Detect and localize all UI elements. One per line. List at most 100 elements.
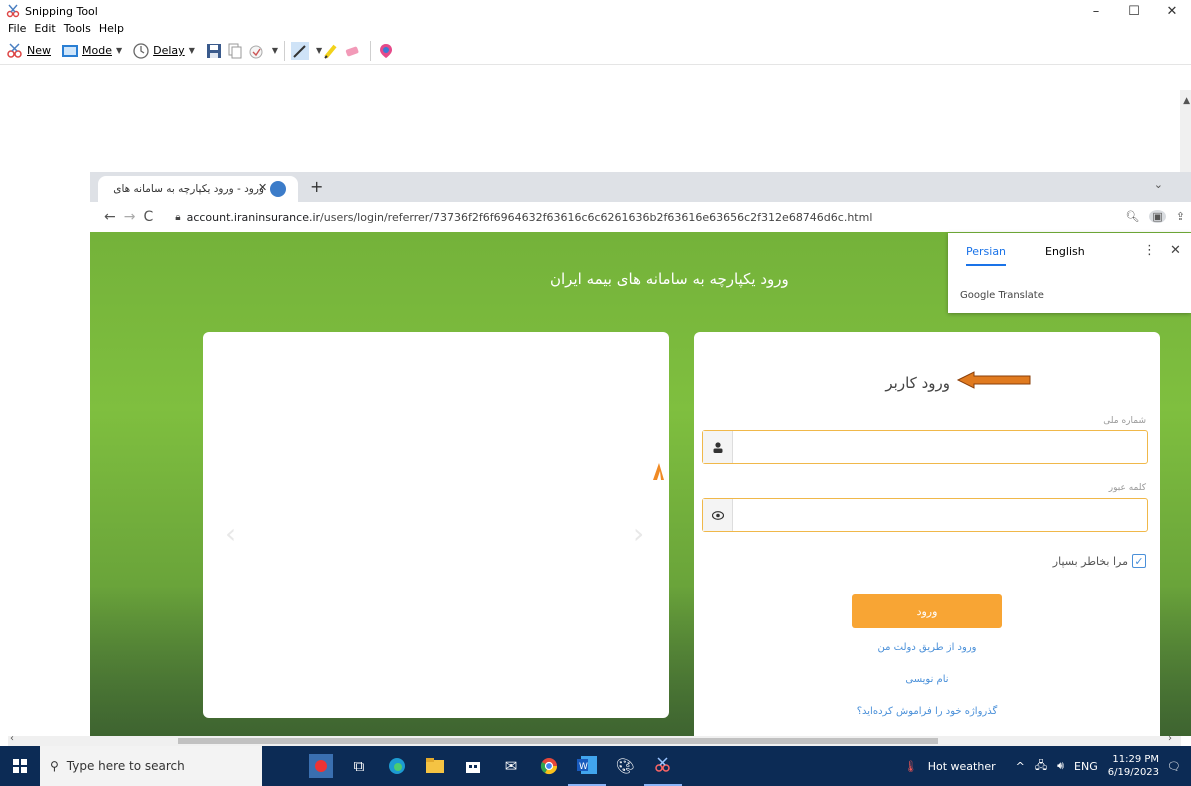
store-icon[interactable] [454,746,492,786]
mode-label: Mode [82,44,112,57]
paint3d-icon[interactable] [377,42,395,60]
browser-tab[interactable]: ورود - ورود یکپارچه به سامانه های ✕ [98,176,298,202]
snipping-tool-taskbar-icon[interactable] [644,746,682,786]
mode-button[interactable]: Mode ▼ [61,42,122,60]
file-explorer-icon[interactable] [416,746,454,786]
translate-popup: Persian English ⋮ ✕ Google Translate [948,233,1191,313]
menu-file[interactable]: File [4,22,30,35]
window-title: Snipping Tool [25,4,98,18]
national-id-field[interactable] [702,430,1148,464]
tab-strip: ورود - ورود یکپارچه به سامانه های ✕ + ⌄ [90,172,1191,202]
chevron-down-icon[interactable]: ▼ [272,46,278,55]
menu-bar: File Edit Tools Help [0,20,128,37]
windows-start-icon[interactable] [0,746,40,786]
weather-label[interactable]: Hot weather [928,760,996,773]
remember-me[interactable]: ✓ مرا بخاطر بسپار [1053,554,1146,568]
image-slider: ‹ › [203,332,669,718]
site-favicon-icon [270,181,286,197]
google-translate-brand: Google Translate [960,290,1044,301]
gov-login-link[interactable]: ورود از طریق دولت من [694,642,1160,653]
toolbar-divider [284,40,285,61]
password-field[interactable] [702,498,1148,532]
login-button[interactable]: ورود [852,594,1002,628]
horizontal-scrollbar[interactable] [8,736,1181,746]
menu-help[interactable]: Help [95,22,128,35]
notifications-icon[interactable]: 🗨︎ [1167,760,1181,773]
slider-next-icon[interactable]: › [633,517,644,550]
language-indicator[interactable]: ENG [1074,760,1098,773]
tab-title: ورود - ورود یکپارچه به سامانه های [113,183,264,195]
forward-icon[interactable]: → [124,209,136,225]
tab-search-chevron-icon[interactable]: ⌄ [1154,178,1163,191]
chevron-down-icon: ▼ [188,46,195,55]
scroll-left-icon[interactable]: ‹ [10,733,14,744]
brand-logo-icon [651,462,665,487]
news-widget-icon[interactable] [302,746,340,786]
slider-prev-icon[interactable]: ‹ [225,517,236,550]
national-id-input[interactable] [733,431,1147,463]
taskbar-search[interactable]: ⚲ Type here to search [40,746,262,786]
pen-icon[interactable] [291,41,309,60]
back-icon[interactable]: ← [104,209,116,225]
copy-icon[interactable] [226,42,244,60]
reload-icon[interactable]: C [143,209,153,225]
zoom-icon[interactable]: 🔍︎ [1125,210,1139,223]
login-title: ورود کاربر [885,374,950,392]
minimize-button[interactable]: – [1077,0,1115,22]
delay-label: Delay [153,44,185,57]
page-heading: ورود یکپارچه به سامانه های بیمه ایران [550,270,789,288]
remember-checkbox[interactable]: ✓ [1132,554,1146,568]
address-bar: ← → C 🔒︎ account.iraninsurance.ir/users/… [90,202,1191,232]
network-icon[interactable]: 🖧︎ [1035,757,1047,776]
close-button[interactable]: ✕ [1153,0,1191,22]
chrome-icon[interactable] [530,746,568,786]
eraser-icon[interactable] [343,42,361,60]
thermometer-icon[interactable]: 🌡︎ [904,760,918,773]
share-icon[interactable]: ⇪ [1176,210,1185,223]
annotation-arrow-icon [956,371,1031,389]
tab-close-icon[interactable]: ✕ [258,181,267,194]
tab-persian[interactable]: Persian [966,245,1007,266]
toolbar-divider [370,40,372,61]
task-view-icon[interactable]: ⧉ [340,746,378,786]
close-icon[interactable]: ✕ [1170,243,1181,258]
register-link[interactable]: نام نویسی [694,674,1160,685]
snipping-toolbar: New Mode ▼ Delay ▼ ▼ ▼ [0,37,1191,65]
password-input[interactable] [733,499,1147,531]
word-icon[interactable]: W [568,746,606,786]
translate-icon[interactable]: ▣ [1149,210,1166,223]
scroll-up-icon[interactable]: ▲ [1183,96,1190,106]
highlighter-icon[interactable] [322,42,340,60]
url-host: account.iraninsurance.ir [186,210,321,224]
edge-icon[interactable] [378,746,416,786]
new-tab-button[interactable]: + [310,177,323,196]
system-tray: 🌡︎ Hot weather ^ 🖧︎ 🔊︎ ENG 11:29 PM 6/19… [904,746,1191,786]
url-field[interactable]: account.iraninsurance.ir/users/login/ref… [187,211,873,224]
eye-icon[interactable] [703,499,733,531]
new-snip-button[interactable]: New [6,42,51,60]
clock-icon [132,42,150,60]
taskbar: ⚲ Type here to search ⧉ ✉ W 🎨︎ 🌡︎ Hot we… [0,746,1191,786]
maximize-button[interactable]: ☐ [1115,0,1153,22]
send-snip-icon[interactable] [247,42,265,60]
national-id-label: شماره ملی [1103,416,1146,426]
horizontal-scroll-thumb[interactable] [178,738,938,744]
more-options-icon[interactable]: ⋮ [1143,243,1156,258]
mail-icon[interactable]: ✉ [492,746,530,786]
show-hidden-icons-icon[interactable]: ^ [1016,760,1025,773]
password-label: کلمه عبور [1108,483,1146,493]
mode-icon [61,42,79,60]
new-snip-icon [6,42,24,60]
tab-english[interactable]: English [1045,245,1085,258]
lock-icon[interactable]: 🔒︎ [175,212,180,223]
forgot-password-link[interactable]: گذرواژه خود را فراموش کرده‌اید؟ [694,706,1160,717]
clock[interactable]: 11:29 PM 6/19/2023 [1108,753,1159,779]
menu-edit[interactable]: Edit [30,22,59,35]
delay-button[interactable]: Delay ▼ [132,42,195,60]
volume-icon[interactable]: 🔊︎ [1057,759,1064,773]
paint-icon[interactable]: 🎨︎ [606,746,644,786]
remember-label: مرا بخاطر بسپار [1052,554,1128,568]
menu-tools[interactable]: Tools [60,22,95,35]
save-icon[interactable] [205,42,223,60]
clock-date: 6/19/2023 [1107,767,1160,778]
